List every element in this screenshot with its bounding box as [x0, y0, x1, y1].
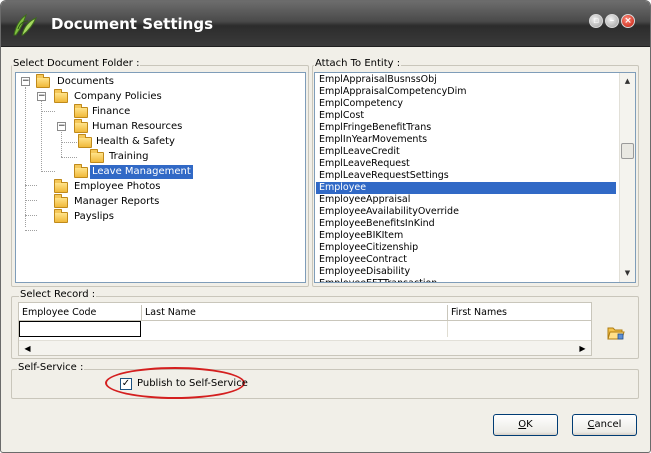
scroll-right-icon[interactable]: ▶: [575, 341, 590, 355]
tree-node-leave-management[interactable]: Leave Management: [16, 164, 236, 179]
cell-last-name[interactable]: [141, 321, 448, 337]
ok-button[interactable]: OK: [493, 414, 558, 436]
minimize-button[interactable]: –: [605, 14, 619, 28]
scroll-thumb[interactable]: [621, 143, 634, 159]
record-group-label: Select Record :: [19, 289, 97, 300]
tree-node-manager-reports[interactable]: Manager Reports: [16, 194, 216, 209]
publish-self-service-checkbox[interactable]: ✓: [120, 378, 132, 390]
tree-node-label: Leave Management: [90, 165, 193, 179]
entity-list-item[interactable]: EmplLeaveRequest: [316, 158, 616, 170]
column-header-last-name[interactable]: Last Name: [142, 305, 448, 321]
app-logo-icon: [13, 13, 37, 36]
entity-list-item[interactable]: EmployeeEFTTransaction: [316, 278, 616, 282]
tree-node-label: Manager Reports: [74, 196, 160, 207]
window-title: Document Settings: [51, 15, 214, 33]
entity-list-item[interactable]: Employee: [316, 182, 616, 194]
entity-list-item[interactable]: EmplFringeBenefitTrans: [316, 122, 616, 134]
open-folder-icon[interactable]: [607, 325, 625, 341]
tree-node-label: Training: [109, 151, 149, 162]
entity-list-item[interactable]: EmployeeBIKItem: [316, 230, 616, 242]
entity-list-item[interactable]: EmplInYearMovements: [316, 134, 616, 146]
column-header-first-names[interactable]: First Names: [448, 305, 591, 321]
folder-open-icon: [54, 89, 68, 103]
tree-node-employee-photos[interactable]: Employee Photos: [16, 179, 216, 194]
close-button[interactable]: ×: [621, 14, 635, 28]
entity-list-item[interactable]: EmployeeAvailabilityOverride: [316, 206, 616, 218]
tree-node-label: Finance: [92, 106, 131, 117]
entity-vertical-scrollbar[interactable]: ▲ ▼: [619, 73, 635, 282]
entity-list-item[interactable]: EmplLeaveRequestSettings: [316, 170, 616, 182]
tree-node-label: Documents: [57, 76, 115, 87]
record-grid[interactable]: Employee Code Last Name First Names ◀ ▶: [18, 302, 592, 356]
entity-list-item[interactable]: EmployeeCitizenship: [316, 242, 616, 254]
minimize-icon: –: [609, 16, 615, 26]
tree-node-label: Company Policies: [74, 91, 162, 102]
entity-list[interactable]: EmplAppraisalBusnssObj EmplAppraisalCompe…: [314, 72, 636, 283]
folder-icon: [54, 194, 68, 208]
cell-employee-code[interactable]: [19, 321, 141, 337]
tree-node-label: Health & Safety: [96, 136, 175, 147]
document-settings-window: Document Settings ▫ – × Select Document …: [0, 0, 651, 453]
tree-node-label: Human Resources: [92, 121, 183, 132]
entity-list-item[interactable]: EmplAppraisalBusnssObj: [316, 74, 616, 86]
folder-group-label: Select Document Folder :: [12, 58, 141, 69]
tree-node-documents[interactable]: − Documents: [16, 74, 216, 89]
folder-icon: [54, 209, 68, 223]
restore-icon: ▫: [592, 16, 600, 26]
cancel-button[interactable]: Cancel: [572, 414, 637, 436]
collapse-toggle-icon[interactable]: −: [37, 92, 46, 101]
tree-node-payslips[interactable]: Payslips: [16, 209, 216, 224]
collapse-toggle-icon[interactable]: −: [21, 77, 30, 86]
tree-line: [25, 230, 37, 231]
tree-node-human-resources[interactable]: − Human Resources: [16, 119, 236, 134]
entity-list-item[interactable]: EmployeeBenefitsInKind: [316, 218, 616, 230]
tree-node-health-safety[interactable]: Health & Safety: [16, 134, 236, 149]
folder-icon: [90, 149, 104, 163]
entity-list-item[interactable]: EmplLeaveCredit: [316, 146, 616, 158]
folder-open-icon: [36, 74, 50, 88]
entity-list-item[interactable]: EmplCompetency: [316, 98, 616, 110]
publish-self-service-label[interactable]: Publish to Self-Service: [137, 378, 248, 390]
self-service-group-label: Self-Service :: [17, 362, 85, 373]
tree-node-label: Employee Photos: [74, 181, 161, 192]
restore-button[interactable]: ▫: [589, 14, 603, 28]
record-horizontal-scrollbar[interactable]: ◀ ▶: [19, 340, 591, 355]
entity-list-item[interactable]: EmployeeDisability: [316, 266, 616, 278]
tree-node-finance[interactable]: Finance: [16, 104, 216, 119]
entity-group-label: Attach To Entity :: [314, 58, 402, 69]
scroll-left-icon[interactable]: ◀: [20, 341, 35, 355]
cancel-accel: C: [587, 419, 595, 430]
folder-icon: [54, 179, 68, 193]
entity-list-item[interactable]: EmployeeAppraisal: [316, 194, 616, 206]
entity-list-item[interactable]: EmployeeContract: [316, 254, 616, 266]
tree-node-training[interactable]: Training: [16, 149, 236, 164]
folder-icon: [74, 104, 88, 118]
folder-open-icon: [74, 119, 88, 133]
column-header-employee-code[interactable]: Employee Code: [19, 305, 142, 321]
entity-list-item[interactable]: EmplCost: [316, 110, 616, 122]
ok-rest: K: [526, 419, 533, 430]
close-icon: ×: [624, 16, 632, 26]
scroll-up-icon[interactable]: ▲: [620, 74, 635, 89]
tree-node-label: Payslips: [74, 211, 114, 222]
title-bar[interactable]: Document Settings ▫ – ×: [1, 1, 650, 47]
collapse-toggle-icon[interactable]: −: [57, 122, 66, 131]
entity-list-item[interactable]: EmplAppraisalCompetencyDim: [316, 86, 616, 98]
tree-node-company-policies[interactable]: − Company Policies: [16, 89, 216, 104]
scroll-down-icon[interactable]: ▼: [620, 266, 635, 281]
cell-first-names[interactable]: [448, 321, 591, 337]
folder-icon: [78, 134, 92, 148]
cancel-rest: ancel: [594, 419, 622, 430]
folder-tree[interactable]: − Documents − Company Policies Finance −…: [15, 72, 306, 283]
folder-open-icon: [74, 164, 88, 178]
ok-accel: O: [518, 419, 527, 430]
